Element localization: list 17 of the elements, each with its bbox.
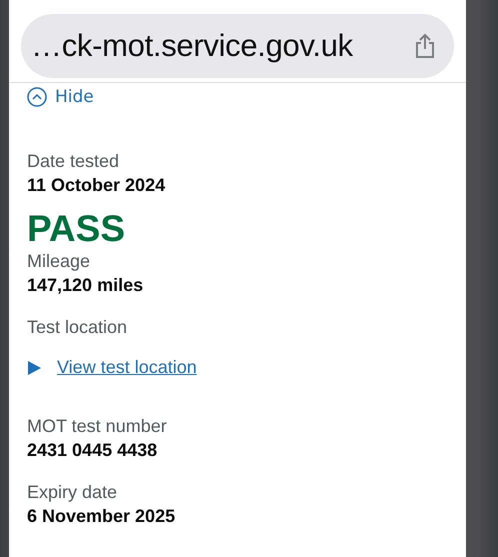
field-label: Expiry date [27, 481, 118, 504]
view-location-link[interactable]: View test location [57, 357, 197, 378]
url-text: …ck-mot.service.gov.uk [31, 28, 353, 64]
share-icon[interactable] [414, 33, 436, 59]
field-value: 6 November 2025 [27, 505, 176, 528]
hide-link[interactable]: Hide [55, 87, 94, 107]
collapse-icon [27, 87, 47, 107]
field-label: Date tested [27, 150, 120, 173]
address-bar[interactable]: …ck-mot.service.gov.uk [21, 14, 454, 78]
field-value: 11 October 2024 [27, 174, 166, 197]
field-label: Mileage [27, 250, 92, 273]
disclosure-triangle-icon[interactable] [27, 360, 43, 376]
field-label: Test location [27, 316, 128, 339]
field-label: MOT test number [27, 415, 168, 438]
field-value: 147,120 miles [27, 274, 144, 297]
result-status: PASS [27, 209, 126, 249]
field-value: 2431 0445 4438 [27, 439, 158, 462]
